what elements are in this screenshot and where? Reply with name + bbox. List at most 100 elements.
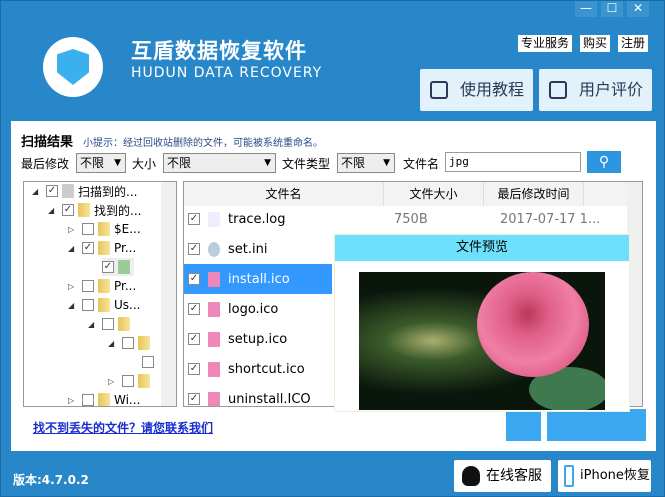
contact-us-link[interactable]: 找不到丢失的文件？请您联系我们	[33, 419, 213, 436]
tutorial-label: 使用教程	[460, 80, 525, 99]
preview-title: 文件预览	[335, 235, 629, 261]
tree-node[interactable]: ◢	[108, 334, 154, 352]
scan-tip: 小提示：经过回收站删除的文件，可能被系统重命名。	[83, 138, 323, 149]
tree-node[interactable]: ▷ $E...	[68, 220, 141, 238]
filename-input[interactable]: jpg	[445, 152, 581, 172]
search-button[interactable]: ⚲	[587, 151, 621, 173]
type-select[interactable]: 不限 ▼	[337, 153, 395, 173]
close-button[interactable]: ✕	[627, 1, 649, 17]
app-window: — ☐ ✕ 互盾数据恢复软件 HUDUN DATA RECOVERY 专业服务 …	[0, 0, 665, 497]
file-row-selected[interactable]: ✓ install.ico	[184, 264, 332, 294]
file-icon	[208, 211, 220, 227]
scan-results-title: 扫描结果	[21, 135, 74, 150]
back-button[interactable]	[506, 409, 541, 441]
folder-icon	[98, 222, 110, 236]
image-file-icon	[208, 361, 220, 377]
settings-file-icon	[208, 241, 220, 257]
folder-icon	[98, 298, 110, 312]
file-size: 750B	[394, 211, 428, 227]
tree-label: 找到的...	[94, 203, 142, 218]
drive-icon	[62, 184, 74, 198]
folder-icon	[98, 279, 110, 293]
folder-icon	[98, 393, 110, 406]
tree-node-selected[interactable]: ✓	[102, 258, 134, 276]
tree-node[interactable]: ▷	[108, 372, 154, 390]
file-modified: 2017-07-17 1...	[500, 211, 601, 227]
file-row[interactable]: ✓ set.ini	[184, 234, 332, 264]
folder-icon	[138, 374, 150, 388]
chevron-down-icon: ▼	[264, 158, 271, 168]
reviews-label: 用户评价	[579, 80, 644, 99]
type-label: 文件类型	[282, 157, 331, 171]
maximize-button[interactable]: ☐	[601, 1, 623, 17]
file-name: trace.log	[228, 211, 286, 227]
folder-icon	[98, 241, 110, 255]
file-row[interactable]: ✓ uninstall.ICO	[184, 384, 332, 407]
modified-select[interactable]: 不限 ▼	[76, 153, 126, 173]
modified-value: 不限	[80, 156, 105, 170]
tree-node[interactable]: ◢	[88, 315, 134, 333]
online-support-button[interactable]: 在线客服	[454, 460, 551, 492]
file-row[interactable]: ✓ setup.ico	[184, 324, 332, 354]
tree-label: Pr...	[114, 241, 137, 255]
tree-node[interactable]: ◢ ✓ Pr...	[68, 239, 136, 257]
app-logo	[43, 37, 103, 97]
buy-link[interactable]: 购买	[580, 35, 611, 52]
tree-node[interactable]: ▷ Pr...	[68, 277, 136, 295]
file-name: uninstall.ICO	[228, 391, 311, 407]
column-header-size[interactable]: 文件大小	[384, 182, 484, 206]
preview-image	[359, 272, 605, 410]
main-panel: 扫描结果 小提示：经过回收站删除的文件，可能被系统重命名。 最后修改 不限 ▼ 大…	[11, 121, 656, 451]
column-header-modified[interactable]: 最后修改时间	[484, 182, 584, 206]
size-value: 不限	[167, 156, 192, 170]
document-icon	[430, 81, 448, 99]
chevron-down-icon: ▼	[114, 158, 121, 168]
tree-label: $E...	[114, 222, 141, 236]
tree-node[interactable]: ◢ ✓ 找到的...	[48, 201, 141, 219]
file-name: logo.ico	[228, 301, 279, 317]
filename-label: 文件名	[403, 157, 440, 171]
folder-icon	[118, 260, 130, 274]
tree-node[interactable]	[142, 353, 158, 371]
app-title: 互盾数据恢复软件	[131, 39, 307, 63]
app-subtitle: HUDUN DATA RECOVERY	[131, 65, 323, 81]
tree-label: Us...	[114, 298, 141, 312]
recover-button[interactable]	[547, 409, 646, 441]
tree-node[interactable]: ◢ Us...	[68, 296, 140, 314]
pro-service-link[interactable]: 专业服务	[518, 35, 573, 52]
folder-icon	[118, 317, 130, 331]
tutorial-button[interactable]: 使用教程	[420, 69, 533, 111]
register-link[interactable]: 注册	[618, 35, 649, 52]
folder-tree: ◢ ✓ 扫描到的... ◢ ✓ 找到的... ▷ $E... ◢ ✓ Pr... ✓ ▷ Pr.…	[23, 181, 177, 407]
file-name: install.ico	[228, 271, 290, 287]
folder-icon	[78, 203, 90, 217]
search-icon: ⚲	[598, 154, 610, 170]
phone-icon	[564, 465, 574, 487]
image-file-icon	[208, 391, 220, 406]
tree-node[interactable]: ◢ ✓ 扫描到的...	[32, 182, 137, 200]
column-header-name[interactable]: 文件名	[184, 182, 384, 206]
rose	[477, 272, 589, 377]
tree-scrollbar[interactable]	[161, 182, 176, 406]
file-row[interactable]: ✓ shortcut.ico	[184, 354, 332, 384]
file-row[interactable]: ✓ logo.ico	[184, 294, 332, 324]
support-label: 在线客服	[486, 468, 542, 484]
type-value: 不限	[341, 156, 366, 170]
file-name: setup.ico	[228, 331, 288, 347]
chevron-down-icon: ▼	[383, 158, 390, 168]
comment-icon	[549, 81, 567, 99]
size-label: 大小	[132, 157, 157, 171]
iphone-recovery-button[interactable]: iPhone恢复	[558, 460, 651, 492]
qq-penguin-icon	[462, 466, 480, 486]
file-preview-popup: 文件预览	[334, 234, 630, 412]
file-name: shortcut.ico	[228, 361, 305, 377]
image-file-icon	[208, 271, 220, 287]
version-label: 版本:4.7.0.2	[13, 473, 89, 487]
image-file-icon	[208, 331, 220, 347]
file-row[interactable]: ✓ trace.log 750B 2017-07-17 1...	[184, 204, 629, 234]
tree-node[interactable]: ▷ Wi...	[68, 391, 140, 406]
size-select[interactable]: 不限 ▼	[163, 153, 276, 173]
reviews-button[interactable]: 用户评价	[539, 69, 652, 111]
tree-label: 扫描到的...	[78, 184, 138, 199]
minimize-button[interactable]: —	[575, 1, 597, 17]
